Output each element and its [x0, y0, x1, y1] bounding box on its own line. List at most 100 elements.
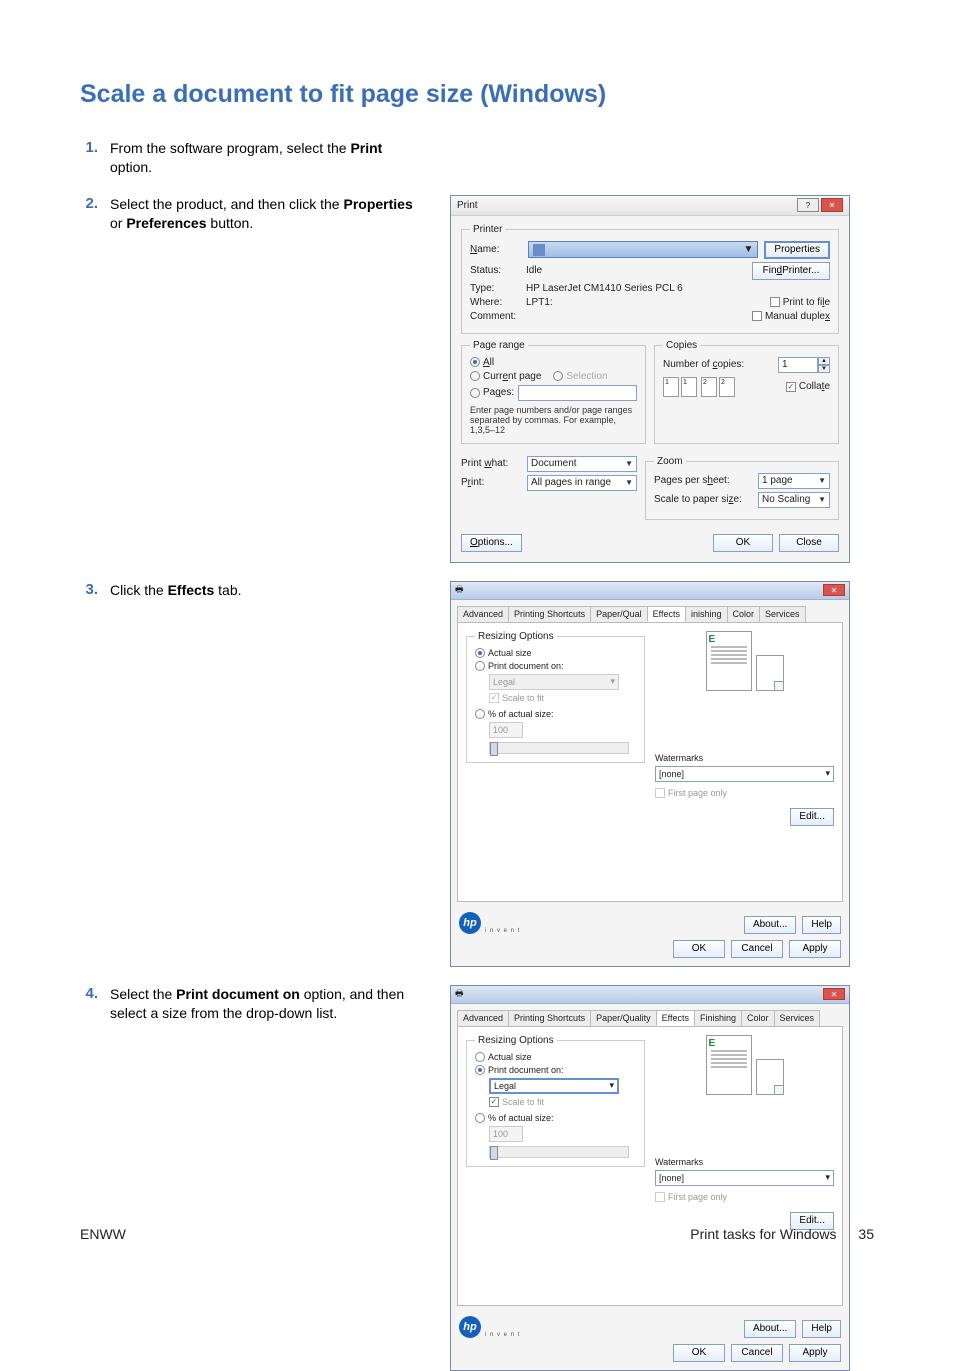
tab-strip: Advanced Printing Shortcuts Paper/Qualit…: [451, 1004, 849, 1026]
pages-radio[interactable]: Pages:: [470, 387, 514, 398]
help-window-button[interactable]: ?: [797, 198, 819, 212]
tab-paper-quality[interactable]: Paper/Qual: [590, 606, 648, 622]
pct-actual-radio[interactable]: % of actual size:: [475, 709, 554, 719]
actual-size-radio[interactable]: Actual size: [475, 1052, 532, 1062]
footer-section: Print tasks for Windows: [690, 1226, 836, 1242]
watermarks-combo[interactable]: [none]▾: [655, 766, 834, 782]
hp-invent-text: i n v e n t: [485, 1332, 520, 1338]
first-page-only-checkbox: First page only: [655, 1192, 727, 1202]
help-button[interactable]: Help: [802, 916, 841, 934]
footer-left: ENWW: [80, 1226, 126, 1242]
print-dialog: Print ? ✕ Printer Name:: [450, 195, 850, 563]
tab-color[interactable]: Color: [741, 1010, 775, 1026]
print-what-combo[interactable]: Document▼: [527, 456, 637, 472]
pct-slider: [489, 1146, 629, 1158]
print-which-label: Print:: [461, 477, 523, 488]
print-document-on-radio[interactable]: Print document on:: [475, 1065, 564, 1075]
print-document-on-radio[interactable]: Print document on:: [475, 661, 564, 671]
print-which-combo[interactable]: All pages in range▼: [527, 475, 637, 491]
printer-icon: [533, 244, 545, 256]
where-value: LPT1:: [526, 297, 766, 308]
num-copies-spinner[interactable]: 1 ▲▼: [778, 357, 830, 373]
cancel-button[interactable]: Cancel: [731, 1344, 783, 1362]
pages-input[interactable]: [518, 385, 637, 401]
step-text: Select the Print document on option, and…: [110, 985, 420, 1023]
selection-radio: Selection: [553, 371, 607, 382]
tab-services[interactable]: Services: [759, 606, 806, 622]
properties-dialog-step3: 🖶 ✕ Advanced Printing Shortcuts Paper/Qu…: [450, 581, 850, 967]
pct-input: 100: [489, 1126, 523, 1142]
dialog-title: Print: [457, 200, 478, 211]
step-text: From the software program, select the Pr…: [110, 139, 420, 177]
tab-paper-quality[interactable]: Paper/Quality: [590, 1010, 657, 1026]
pct-slider: [489, 742, 629, 754]
name-label: Name:: [470, 244, 522, 255]
step-text: Click the Effects tab.: [110, 581, 420, 600]
actual-size-radio[interactable]: Actual size: [475, 648, 532, 658]
close-window-button[interactable]: ✕: [823, 584, 845, 596]
print-to-file-checkbox[interactable]: Print to file: [770, 297, 830, 308]
tab-printing-shortcuts[interactable]: Printing Shortcuts: [508, 606, 591, 622]
step-1: 1. From the software program, select the…: [80, 139, 874, 177]
tab-advanced[interactable]: Advanced: [457, 606, 509, 622]
tab-strip: Advanced Printing Shortcuts Paper/Qual E…: [451, 600, 849, 622]
tab-services[interactable]: Services: [774, 1010, 821, 1026]
pct-actual-radio[interactable]: % of actual size:: [475, 1113, 554, 1123]
page-number: 35: [858, 1226, 874, 1242]
tab-effects[interactable]: Effects: [656, 1010, 695, 1026]
step-number: 2.: [80, 195, 110, 212]
step-number: 3.: [80, 581, 110, 598]
ok-button[interactable]: OK: [673, 940, 725, 958]
status-value: Idle: [526, 265, 748, 276]
all-radio[interactable]: All: [470, 357, 494, 368]
paper-size-combo[interactable]: Legal▾: [489, 1078, 619, 1094]
watermarks-label: Watermarks: [655, 1157, 834, 1167]
first-page-only-checkbox: First page only: [655, 788, 727, 798]
printer-name-combo[interactable]: ▼: [528, 241, 758, 258]
type-label: Type:: [470, 283, 522, 294]
collate-checkbox[interactable]: ✓Collate: [786, 381, 830, 392]
options-button[interactable]: Options...: [461, 534, 522, 552]
pages-per-sheet-combo[interactable]: 1 page▼: [758, 473, 830, 489]
apply-button[interactable]: Apply: [789, 940, 841, 958]
current-page-radio[interactable]: Current page: [470, 371, 541, 382]
hp-logo-icon: hp: [459, 912, 481, 934]
step-number: 1.: [80, 139, 110, 156]
about-button[interactable]: About...: [744, 1320, 796, 1338]
page-title: Scale a document to fit page size (Windo…: [80, 80, 874, 109]
page-range-group: Page range All Current page Selection Pa…: [461, 340, 646, 444]
page-footer: ENWW Print tasks for Windows 35: [80, 1226, 874, 1242]
tab-printing-shortcuts[interactable]: Printing Shortcuts: [508, 1010, 591, 1026]
cancel-button[interactable]: Cancel: [731, 940, 783, 958]
resizing-options-group: Resizing Options Actual size Print docum…: [466, 1035, 645, 1167]
printer-icon: 🖶: [455, 582, 464, 598]
manual-duplex-checkbox[interactable]: Manual duplex: [752, 311, 830, 322]
comment-label: Comment:: [470, 311, 522, 322]
tab-finishing[interactable]: Finishing: [694, 1010, 742, 1026]
tab-color[interactable]: Color: [727, 606, 761, 622]
close-window-button[interactable]: ✕: [823, 988, 845, 1000]
step-3: 3. Click the Effects tab. 🖶 ✕ Advanced P…: [80, 581, 874, 967]
hp-invent-text: i n v e n t: [485, 928, 520, 934]
help-button[interactable]: Help: [802, 1320, 841, 1338]
scale-to-fit-checkbox[interactable]: ✓Scale to fit: [489, 1097, 544, 1107]
close-button[interactable]: Close: [779, 534, 839, 552]
edit-button[interactable]: Edit...: [790, 808, 834, 826]
ok-button[interactable]: OK: [673, 1344, 725, 1362]
find-printer-button[interactable]: Find Printer...: [752, 262, 830, 280]
about-button[interactable]: About...: [744, 916, 796, 934]
tab-effects[interactable]: Effects: [647, 606, 686, 622]
apply-button[interactable]: Apply: [789, 1344, 841, 1362]
watermarks-label: Watermarks: [655, 753, 834, 763]
tab-finishing[interactable]: inishing: [685, 606, 728, 622]
dialog-titlebar: 🖶 ✕: [451, 986, 849, 1004]
ok-button[interactable]: OK: [713, 534, 773, 552]
properties-button[interactable]: Properties: [764, 241, 830, 259]
close-window-button[interactable]: ✕: [821, 198, 843, 212]
tab-advanced[interactable]: Advanced: [457, 1010, 509, 1026]
scale-to-paper-combo[interactable]: No Scaling▼: [758, 492, 830, 508]
printer-icon: 🖶: [455, 986, 464, 1002]
hp-logo-icon: hp: [459, 1316, 481, 1338]
watermarks-combo[interactable]: [none]▾: [655, 1170, 834, 1186]
scale-to-fit-checkbox: ✓Scale to fit: [489, 693, 544, 703]
